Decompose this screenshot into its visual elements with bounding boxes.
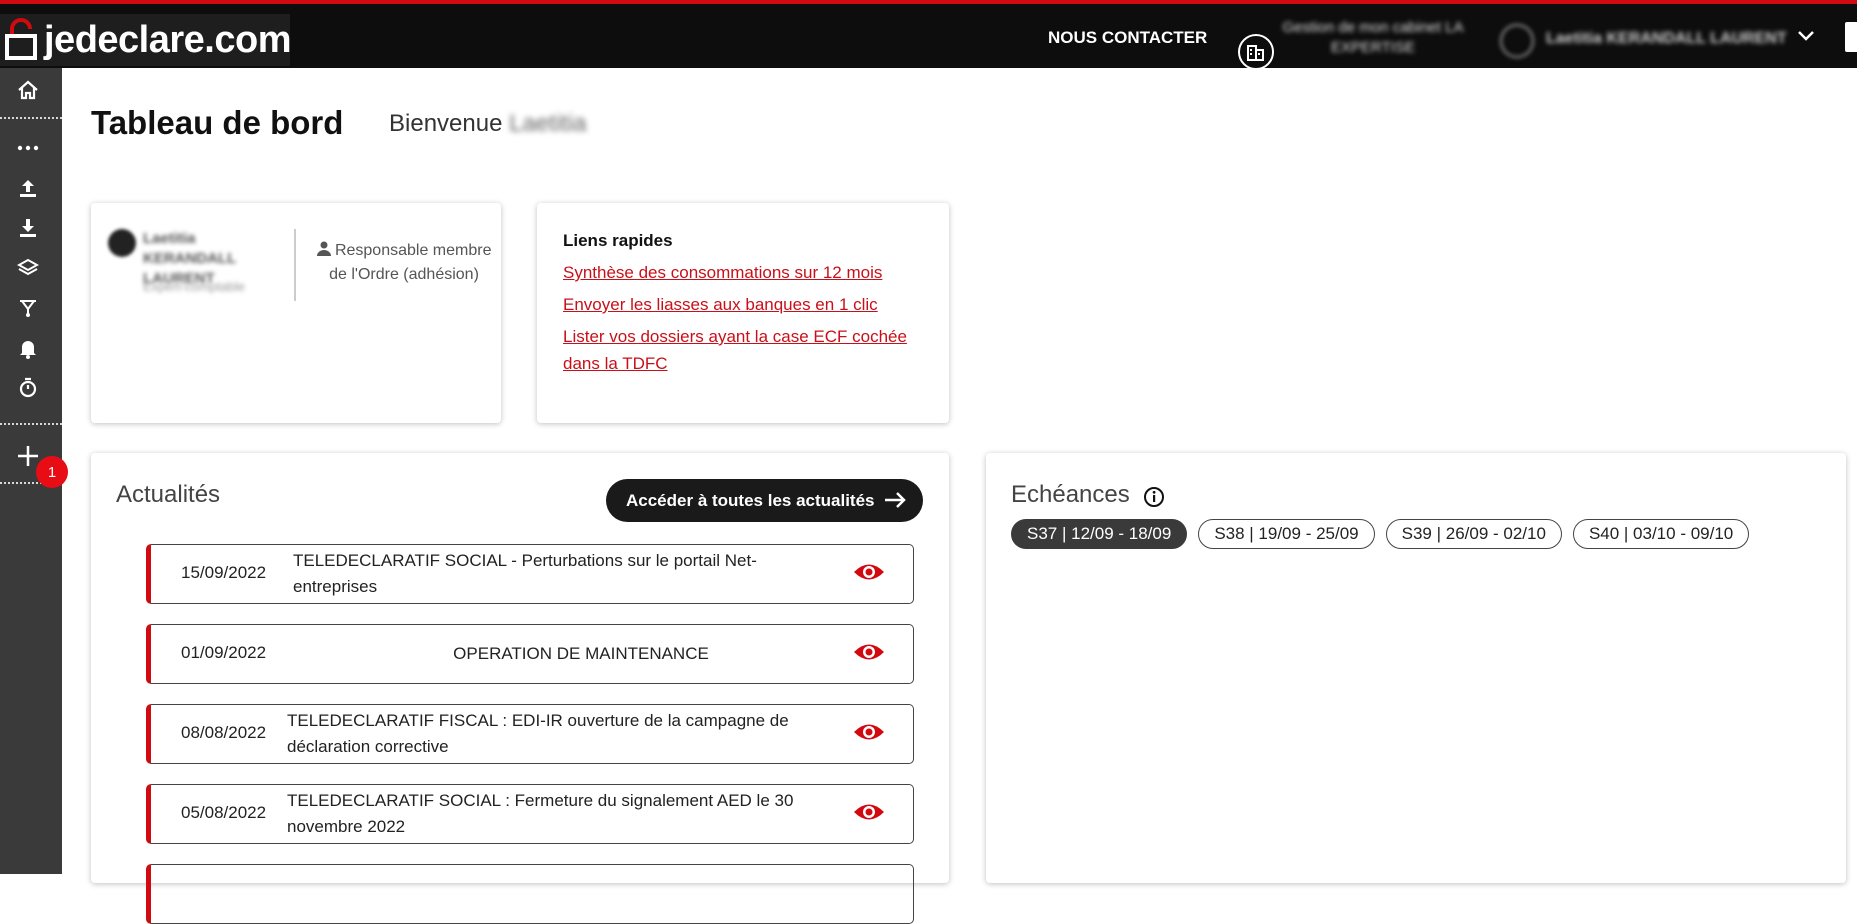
week-tab-s37[interactable]: S37 | 12/09 - 18/09 [1011, 519, 1188, 549]
deadlines-card: Echéances S37 | 12/09 - 18/09 S38 | 19/0… [986, 453, 1846, 883]
all-news-button[interactable]: Accéder à toutes les actualités [606, 479, 923, 522]
timer-icon[interactable] [0, 368, 56, 408]
sidebar-divider [0, 117, 62, 119]
eye-icon[interactable] [853, 641, 885, 668]
chevron-down-icon[interactable] [1796, 26, 1816, 51]
news-title: Actualités [116, 481, 221, 508]
week-tabs: S37 | 12/09 - 18/09 S38 | 19/09 - 25/09 … [1011, 519, 1750, 549]
welcome-label: Bienvenue [389, 110, 503, 137]
download-icon[interactable] [0, 208, 56, 248]
sidebar-divider [0, 423, 62, 425]
eye-icon[interactable] [853, 561, 885, 588]
quick-links-card: Liens rapides Synthèse des consommations… [537, 203, 949, 423]
lock-icon [4, 18, 38, 62]
user-name[interactable]: Laetitia KERANDALL LAURENT [1546, 30, 1787, 48]
week-tab-s39[interactable]: S39 | 26/09 - 02/10 [1385, 519, 1562, 549]
bell-icon[interactable] [0, 328, 56, 368]
week-tab-s38[interactable]: S38 | 19/09 - 25/09 [1198, 519, 1375, 549]
info-icon[interactable] [1143, 486, 1165, 513]
network-icon[interactable] [0, 288, 56, 328]
notification-badge: 1 [36, 456, 68, 488]
deadlines-title: Echéances [1011, 481, 1130, 508]
profile-divider [294, 229, 296, 301]
contact-link[interactable]: NOUS CONTACTER [1048, 28, 1207, 48]
quick-link-ecf-folders[interactable]: Lister vos dossiers ayant la case ECF co… [563, 323, 923, 377]
profile-card: Laetitia KERANDALL LAURENT Expert-compta… [91, 203, 501, 423]
news-item-date: 15/09/2022 [181, 563, 267, 582]
logo[interactable]: jedeclare.com [0, 14, 291, 66]
avatar [108, 229, 136, 257]
week-tab-s40[interactable]: S40 | 03/10 - 09/10 [1572, 519, 1750, 549]
news-item-text: TELEDECLARATIF SOCIAL - Perturbations su… [293, 551, 757, 596]
home-icon[interactable] [0, 70, 56, 110]
cabinet-management-link[interactable]: Gestion de mon cabinet LA EXPERTISE [1278, 18, 1468, 58]
news-item[interactable]: 15/09/2022 TELEDECLARATIF SOCIAL - Pertu… [146, 544, 914, 604]
news-item[interactable]: 05/08/2022 TELEDECLARATIF SOCIAL : Ferme… [146, 784, 914, 844]
upload-icon[interactable] [0, 168, 56, 208]
building-icon[interactable] [1238, 34, 1274, 70]
news-item-date: 01/09/2022 [181, 643, 267, 662]
news-card: Actualités Accéder à toutes les actualit… [91, 453, 949, 924]
profile-role-text: Responsable membre de l'Ordre (adhésion) [329, 242, 492, 283]
more-icon[interactable] [0, 128, 56, 168]
layers-icon[interactable] [0, 248, 56, 288]
profile-subtitle: Expert-comptable [143, 279, 245, 294]
quick-links-title: Liens rapides [563, 231, 673, 250]
news-item-text: TELEDECLARATIF SOCIAL : Fermeture du sig… [287, 791, 794, 836]
top-bar: jedeclare.com NOUS CONTACTER Gestion de … [0, 0, 1857, 70]
user-avatar[interactable] [1500, 24, 1534, 58]
logo-text: jedeclare.com [44, 18, 291, 61]
all-news-button-label: Accéder à toutes les actualités [626, 490, 875, 510]
eye-icon[interactable] [853, 721, 885, 748]
eye-icon[interactable] [853, 801, 885, 828]
news-item-text: TELEDECLARATIF FISCAL : EDI-IR ouverture… [287, 711, 789, 756]
news-item-date: 08/08/2022 [181, 723, 267, 742]
news-item[interactable]: 08/08/2022 TELEDECLARATIF FISCAL : EDI-I… [146, 704, 914, 764]
quick-link-consumption-summary[interactable]: Synthèse des consommations sur 12 mois [563, 259, 923, 286]
welcome-name: Laetitia [509, 110, 587, 137]
person-icon [316, 241, 331, 256]
welcome-message: Bienvenue Laetitia [389, 110, 587, 138]
page-title: Tableau de bord [91, 104, 344, 141]
quick-link-send-to-banks[interactable]: Envoyer les liasses aux banques en 1 cli… [563, 291, 923, 318]
arrow-right-icon [883, 489, 907, 516]
news-item[interactable] [146, 864, 914, 924]
profile-role: Responsable membre de l'Ordre (adhésion) [313, 239, 495, 287]
news-item-date: 05/08/2022 [181, 803, 267, 822]
news-item[interactable]: 01/09/2022 OPERATION DE MAINTENANCE [146, 624, 914, 684]
panel-icon[interactable] [1845, 22, 1857, 52]
news-item-text: OPERATION DE MAINTENANCE [453, 644, 709, 663]
